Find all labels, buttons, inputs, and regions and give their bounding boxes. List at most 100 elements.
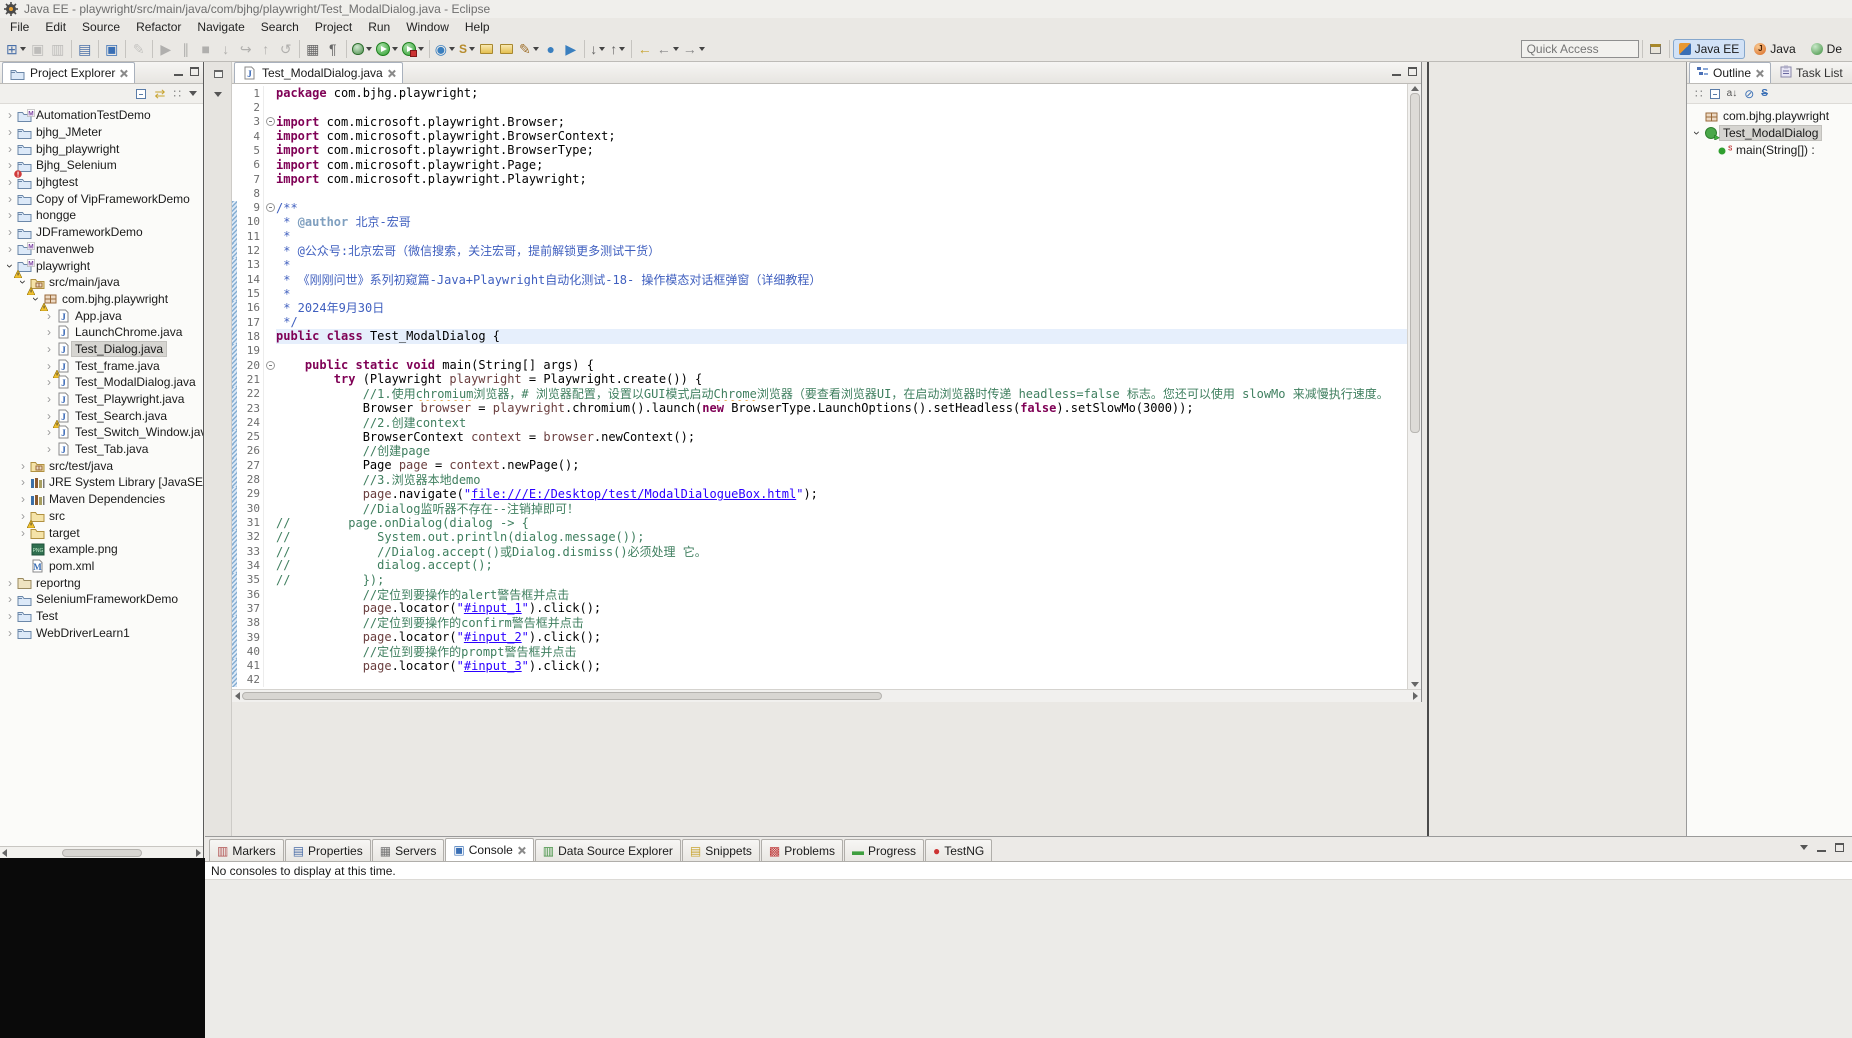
next-annotation-icon[interactable]: ↓ <box>588 38 608 60</box>
hide-static-members-icon[interactable]: S <box>1761 88 1768 99</box>
debug-icon[interactable] <box>350 38 374 60</box>
chevron-collapsed-icon[interactable]: › <box>17 493 29 505</box>
tree-item-pom-xml[interactable]: Mpom.xml <box>0 558 203 575</box>
tab-problems[interactable]: ▩ Problems <box>760 839 843 861</box>
tree-item-test-frame-java[interactable]: › J Test_frame.java <box>0 357 203 379</box>
close-icon[interactable] <box>517 846 526 855</box>
code-line-13[interactable]: 13 * <box>232 257 1407 273</box>
tree-item-com-bjhg-playwright[interactable]: › com.bjhg.playwright <box>0 291 203 312</box>
quick-access-input[interactable] <box>1520 39 1639 58</box>
tree-item-target[interactable]: › target <box>0 524 203 541</box>
code-line-34[interactable]: 34 // dialog.accept(); <box>232 558 1407 573</box>
chevron-collapsed-icon[interactable]: › <box>17 476 29 488</box>
chevron-collapsed-icon[interactable]: › <box>4 627 16 639</box>
code-line-33[interactable]: 33 // //Dialog.accept()或Dialog.dismiss()必… <box>232 544 1407 559</box>
menu-window[interactable]: Window <box>398 19 457 35</box>
collapse-all-icon[interactable] <box>136 88 147 99</box>
code-line-10[interactable]: 10 * @author 北京-宏哥 <box>232 214 1407 230</box>
code-line-32[interactable]: 32 // System.out.println(dialog.message()… <box>232 529 1407 544</box>
close-icon[interactable] <box>387 69 396 78</box>
code-line-1[interactable]: 1 package com.bjhg.playwright; <box>232 86 1407 101</box>
code-line-5[interactable]: 5 import com.microsoft.playwright.Browser… <box>232 143 1407 158</box>
code-line-28[interactable]: 28 //3.浏览器本地demo <box>232 472 1407 487</box>
tree-item-bjhg-jmeter[interactable]: › bjhg_JMeter <box>0 124 203 141</box>
tree-item-src[interactable]: › src <box>0 508 203 529</box>
tree-item-src-test-java[interactable]: › src/test/java <box>0 457 203 474</box>
code-line-7[interactable]: 7 import com.microsoft.playwright.Playwri… <box>232 171 1407 187</box>
chevron-collapsed-icon[interactable]: › <box>4 577 16 589</box>
code-line-14[interactable]: 14 * 《刚刚问世》系列初窥篇-Java+Playwright自动化测试-18… <box>232 272 1407 287</box>
code-line-19[interactable]: 19 <box>232 343 1407 358</box>
dropdown-caret-icon[interactable] <box>391 46 398 51</box>
dropdown-caret-icon[interactable] <box>19 46 26 51</box>
chevron-collapsed-icon[interactable]: › <box>4 109 16 121</box>
tree-item-jre-system-library-javase-1[interactable]: › JRE System Library [JavaSE-1. <box>0 474 203 491</box>
scrollbar-thumb[interactable] <box>61 848 142 857</box>
code-line-16[interactable]: 16 * 2024年9月30日 <box>232 300 1407 315</box>
run-external-icon[interactable]: ▶ <box>561 38 581 60</box>
code-editor[interactable]: 1 package com.bjhg.playwright; 2 3 import co… <box>232 84 1407 689</box>
code-line-27[interactable]: 27 Page page = context.newPage(); <box>232 458 1407 473</box>
tree-item-hongge[interactable]: › hongge <box>0 207 203 224</box>
paint-icon[interactable]: ✎ <box>517 38 541 60</box>
scroll-up-icon[interactable] <box>1410 86 1419 91</box>
open-resource-icon[interactable] <box>477 38 497 60</box>
tree-item-bjhg-playwright[interactable]: › bjhg_playwright <box>0 140 203 157</box>
code-line-41[interactable]: 41 page.locator("#input_3").click(); <box>232 658 1407 673</box>
code-line-8[interactable]: 8 <box>232 186 1407 201</box>
forward-icon[interactable]: → <box>681 38 707 60</box>
chevron-collapsed-icon[interactable]: › <box>4 209 16 221</box>
code-line-39[interactable]: 39 page.locator("#input_2").click(); <box>232 629 1407 645</box>
new-wizard-icon[interactable]: ⊞ <box>4 38 28 60</box>
menu-edit[interactable]: Edit <box>37 19 74 35</box>
import-folder-icon[interactable] <box>497 38 517 60</box>
tab-snippets[interactable]: ▤ Snippets <box>681 839 760 861</box>
focus-icon[interactable]: ∷ <box>173 87 181 101</box>
maximize-icon[interactable] <box>1835 843 1844 852</box>
tree-item-test-modaldialog[interactable]: › Test_ModalDialog <box>1687 125 1852 142</box>
chevron-collapsed-icon[interactable]: › <box>17 460 29 472</box>
chevron-collapsed-icon[interactable]: › <box>4 193 16 205</box>
tree-item-reportng[interactable]: › reportng <box>0 574 203 591</box>
restore-view-icon[interactable] <box>213 70 223 78</box>
code-line-35[interactable]: 35 // }); <box>232 572 1407 587</box>
tree-item-webdriverlearn1[interactable]: › WebDriverLearn1 <box>0 624 203 641</box>
maximize-icon[interactable] <box>1408 67 1417 76</box>
view-menu-icon[interactable] <box>189 91 197 96</box>
minimize-icon[interactable] <box>1392 67 1401 76</box>
tree-item-test-modaldialog-java[interactable]: › J Test_ModalDialog.java <box>0 374 203 391</box>
tree-item-example-png[interactable]: PNG example.png <box>0 541 203 558</box>
fold-collapse-icon[interactable] <box>263 114 276 129</box>
scroll-left-icon[interactable] <box>235 692 240 700</box>
tab-markers[interactable]: ▥ Markers <box>209 839 284 861</box>
dropdown-caret-icon[interactable] <box>417 46 424 51</box>
menu-project[interactable]: Project <box>307 19 360 35</box>
perspective-java-ee[interactable]: Java EE <box>1672 38 1746 59</box>
code-line-9[interactable]: 9 /** <box>232 200 1407 215</box>
code-line-24[interactable]: 24 //2.创建context <box>232 415 1407 430</box>
close-icon[interactable] <box>119 69 128 78</box>
new-servlet-icon[interactable]: S <box>457 38 477 60</box>
code-line-3[interactable]: 3 import com.microsoft.playwright.Browser… <box>232 114 1407 129</box>
tree-item-com-bjhg-playwright[interactable]: com.bjhg.playwright <box>1687 108 1852 125</box>
chevron-collapsed-icon[interactable]: › <box>4 176 16 188</box>
menu-run[interactable]: Run <box>360 19 398 35</box>
minimize-icon[interactable] <box>174 67 183 76</box>
tree-item-bjhg-selenium[interactable]: › Bjhg_Selenium <box>0 157 203 178</box>
maximize-icon[interactable] <box>190 67 199 76</box>
scroll-right-icon[interactable] <box>1413 692 1418 700</box>
new-web-project-icon[interactable]: ◉ <box>433 38 457 60</box>
view-menu-icon[interactable] <box>1800 845 1808 850</box>
scroll-down-icon[interactable] <box>1410 682 1419 687</box>
code-line-37[interactable]: 37 page.locator("#input_1").click(); <box>232 601 1407 616</box>
chevron-collapsed-icon[interactable]: › <box>4 610 16 622</box>
tree-item-app-java[interactable]: › J App.java <box>0 307 203 324</box>
tab-task-list[interactable]: Task List <box>1773 62 1850 83</box>
chevron-collapsed-icon[interactable]: › <box>4 243 16 255</box>
tree-item-jdframeworkdemo[interactable]: › JDFrameworkDemo <box>0 224 203 241</box>
code-line-2[interactable]: 2 <box>232 100 1407 115</box>
tab-progress[interactable]: ▬ Progress <box>843 839 924 861</box>
view-menu-icon[interactable] <box>214 92 222 97</box>
fold-collapse-icon[interactable] <box>263 200 276 215</box>
code-line-31[interactable]: 31 // page.onDialog(dialog -> { <box>232 515 1407 530</box>
